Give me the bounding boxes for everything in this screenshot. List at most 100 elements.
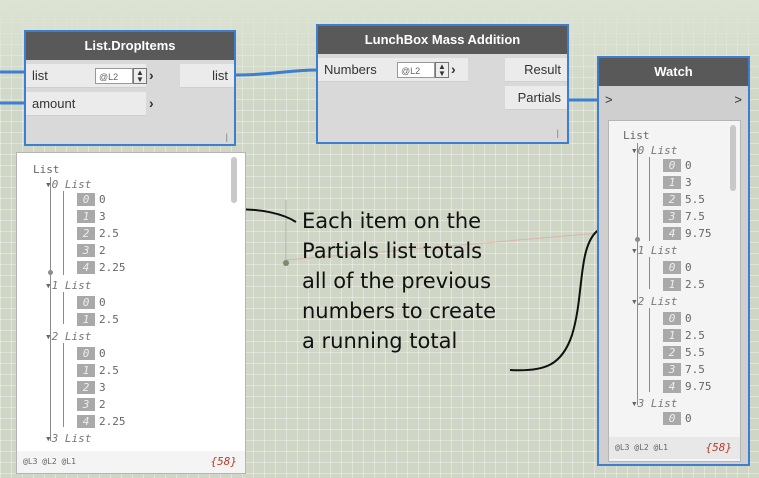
preview-scrollbar[interactable] [231,157,237,203]
watch-footer: @L3 @L2 @L1 {58} [609,437,740,459]
preview-group-0-end-dot [48,270,53,275]
watch-item: 4 9.75 [663,380,712,393]
item-value: 0 [685,261,692,274]
preview-group-2-line [63,343,64,427]
preview-group-1[interactable]: ▾1 List [45,279,91,292]
watch-input-port[interactable]: > [605,92,613,107]
item-index: 4 [663,227,681,240]
amount-input-label: amount [32,96,76,111]
list-lacing-spinner[interactable]: ▲ ▼ [133,68,147,84]
item-index: 1 [77,364,95,377]
item-value: 2 [99,398,106,411]
mass-addition-title: LunchBox Mass Addition [318,26,567,54]
preview-item: 4 2.25 [77,415,126,428]
mass-addition-node[interactable]: LunchBox Mass Addition Numbers @L2 ▲ ▼ › … [316,24,569,144]
item-index: 3 [663,363,681,376]
preview-levels[interactable]: @L3 @L2 @L1 [23,457,76,466]
item-index: 3 [77,398,95,411]
watch-root-label: List [623,129,650,142]
item-value: 7.5 [685,363,705,376]
preview-group-0-label: 0 List [51,178,92,191]
graph-canvas[interactable]: List.DropItems list @L2 ▲ ▼ › amount › li… [0,0,759,478]
watch-group-0-label: 0 List [637,144,678,157]
item-index: 0 [77,296,95,309]
watch-item: 3 7.5 [663,363,705,376]
watch-item: 2 5.5 [663,193,705,206]
item-value: 2.25 [99,415,126,428]
watch-root-line [637,143,638,405]
item-index: 1 [77,210,95,223]
wire-drop-to-mass [235,68,319,77]
watch-item: 3 7.5 [663,210,705,223]
item-index: 4 [663,380,681,393]
item-index: 2 [663,346,681,359]
list-output-port[interactable]: list [180,64,234,88]
watch-item: 00 [663,261,692,274]
drop-items-node[interactable]: List.DropItems list @L2 ▲ ▼ › amount › li… [24,30,236,146]
preview-group-0[interactable]: ▾0 List [45,178,91,191]
item-value: 3 [685,176,692,189]
item-index: 1 [663,329,681,342]
watch-group-0[interactable]: ▾0 List [631,144,677,157]
preview-item: 32 [77,244,106,257]
list-lacing-field[interactable]: @L2 [95,68,133,84]
item-value: 0 [99,347,106,360]
watch-item: 2 5.5 [663,346,705,359]
preview-item: 00 [77,347,106,360]
preview-root-label: List [33,163,60,176]
item-value: 0 [99,296,106,309]
watch-group-1[interactable]: ▾1 List [631,244,677,257]
preview-footer: @L3 @L2 @L1 {58} [17,451,245,473]
amount-input-port[interactable]: amount [26,92,146,116]
item-index: 2 [663,193,681,206]
partials-output-port[interactable]: Partials [505,86,567,110]
item-value: 3 [99,210,106,223]
preview-group-2[interactable]: ▾2 List [45,330,91,343]
drop-resize-grip[interactable]: | [226,132,228,142]
watch-node[interactable]: Watch > > List ▾0 List 00 13 2 5.5 3 7.5 4… [597,56,750,466]
preview-group-3[interactable]: ▾3 List [45,432,91,445]
callout-annotation: Each item on the Partials list totals al… [302,206,496,356]
callout-line-1: Each item on the [302,209,482,233]
watch-group-2-label: 2 List [637,295,678,308]
numbers-lacing-field[interactable]: @L2 [397,62,435,78]
item-index: 2 [77,227,95,240]
list-input-label: list [32,68,48,83]
preview-group-1-label: 1 List [51,279,92,292]
item-value: 7.5 [685,210,705,223]
watch-item: 00 [663,312,692,325]
watch-item: 4 9.75 [663,227,712,240]
preview-item: 32 [77,398,106,411]
item-value: 9.75 [685,227,712,240]
watch-levels[interactable]: @L3 @L2 @L1 [615,443,668,452]
numbers-lacing-spinner[interactable]: ▲ ▼ [435,62,449,78]
numbers-port-chevron-icon: › [451,61,456,77]
watch-group-0-line [649,157,650,241]
item-index: 0 [77,347,95,360]
drop-items-preview[interactable]: List ▾0 List 00 13 2 2.5 32 4 2.25 ▾1 List… [16,152,246,474]
watch-group-0-end-dot [635,237,640,242]
watch-scrollbar[interactable] [730,125,736,191]
item-index: 4 [77,415,95,428]
watch-item: 00 [663,412,692,425]
item-value: 2.25 [99,261,126,274]
item-index: 0 [663,312,681,325]
item-value: 2.5 [99,313,119,326]
watch-group-3[interactable]: ▾3 List [631,397,677,410]
item-value: 5.5 [685,346,705,359]
partials-output-label: Partials [517,90,561,105]
preview-group-3-label: 3 List [51,432,92,445]
item-value: 5.5 [685,193,705,206]
item-value: 0 [685,312,692,325]
watch-panel[interactable]: List ▾0 List 00 13 2 5.5 3 7.5 4 9.75 ▾1 Li… [608,120,741,462]
result-output-port[interactable]: Result [505,58,567,82]
mass-resize-grip[interactable]: | [557,128,559,138]
watch-output-port[interactable]: > [734,92,742,107]
preview-group-0-line [63,191,64,275]
item-index: 1 [663,176,681,189]
watch-group-2[interactable]: ▾2 List [631,295,677,308]
item-index: 1 [663,278,681,291]
numbers-input-label: Numbers [324,62,377,77]
preview-item: 1 2.5 [77,313,119,326]
list-output-label: list [212,68,228,83]
